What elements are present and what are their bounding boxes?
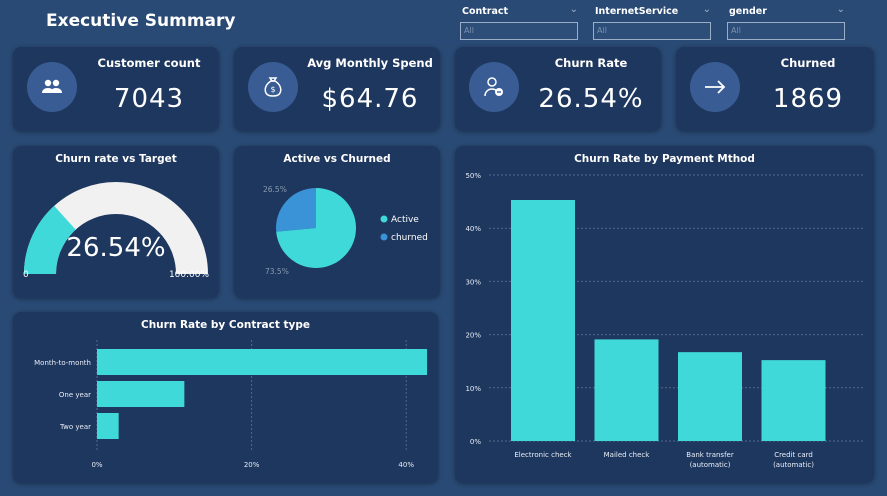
gauge-card: Churn rate vs Target 26.54% 0 100.00% xyxy=(13,146,219,298)
kpi-card-avg-monthly-spend: $ Avg Monthly Spend $64.76 xyxy=(234,47,440,131)
contract-category-label: Month-to-month xyxy=(34,359,91,367)
payment-category-label: Mailed check xyxy=(604,451,651,459)
gauge-min-label: 0 xyxy=(23,270,29,280)
payment-y-tick-label: 30% xyxy=(465,278,481,286)
payment-y-tick-label: 20% xyxy=(465,332,481,340)
kpi-label: Churned xyxy=(780,56,836,70)
internet-service-dropdown-value: All xyxy=(597,26,607,35)
contract-x-tick-label: 0% xyxy=(91,461,102,469)
contract-dropdown-value: All xyxy=(464,26,474,35)
legend-marker-churned xyxy=(380,233,388,241)
pie-card: Active vs Churned 26.5% 73.5% Active chu… xyxy=(234,146,440,298)
chevron-down-icon[interactable]: ⌄ xyxy=(570,4,578,15)
contract-chart-card: Churn Rate by Contract type 0% 20% 40% Mont… xyxy=(13,312,438,483)
contract-x-tick-label: 40% xyxy=(398,461,414,469)
pie-slice-churned[interactable] xyxy=(276,188,316,232)
payment-bar-chart: 0% 10% 20% 30% 40% 50% Electronic check Mailed … xyxy=(465,172,865,469)
legend-marker-active xyxy=(380,215,388,223)
legend-label-active[interactable]: Active xyxy=(391,215,419,225)
contract-x-tick-label: 20% xyxy=(244,461,260,469)
kpi-value: $64.76 xyxy=(321,84,419,114)
payment-bar[interactable] xyxy=(594,339,659,441)
page-title: Executive Summary xyxy=(46,11,236,31)
money-bag-icon: $ xyxy=(248,62,298,112)
payment-category-label: Electronic check xyxy=(514,451,572,459)
gender-dropdown[interactable]: All xyxy=(727,22,845,40)
kpi-value: 26.54% xyxy=(538,84,644,114)
kpi-card-customer-count: Customer count 7043 xyxy=(13,47,219,131)
payment-category-label: Credit card (automatic) xyxy=(773,451,814,469)
kpi-card-churned: Churned 1869 xyxy=(676,47,874,131)
contract-bar[interactable] xyxy=(97,349,428,375)
gauge-max-label: 100.00% xyxy=(169,270,209,280)
people-icon xyxy=(27,62,77,112)
payment-y-tick-label: 10% xyxy=(465,385,481,393)
internet-service-slicer-label: InternetService xyxy=(595,6,679,17)
payment-bar[interactable] xyxy=(511,200,575,441)
user-minus-icon xyxy=(469,62,519,112)
payment-category-label: Bank transfer (automatic) xyxy=(686,451,734,469)
payment-y-tick-label: 40% xyxy=(465,225,481,233)
kpi-card-churn-rate: Churn Rate 26.54% xyxy=(455,47,661,131)
kpi-label: Avg Monthly Spend xyxy=(307,56,433,70)
kpi-label: Customer count xyxy=(97,56,201,70)
pie-slice-label-active: 73.5% xyxy=(265,267,289,276)
gender-slicer-label: gender xyxy=(729,6,767,17)
chevron-down-icon[interactable]: ⌄ xyxy=(703,4,711,15)
payment-bar[interactable] xyxy=(761,360,826,441)
contract-bar[interactable] xyxy=(97,381,185,407)
contract-bar[interactable] xyxy=(97,413,119,439)
contract-dropdown[interactable]: All xyxy=(460,22,578,40)
contract-category-label: Two year xyxy=(59,423,91,431)
legend-label-churned[interactable]: churned xyxy=(391,233,428,243)
kpi-label: Churn Rate xyxy=(554,56,628,70)
arrow-right-icon xyxy=(690,62,740,112)
payment-chart-card: Churn Rate by Payment Mthod 0% 10% 20% 30% 4… xyxy=(455,146,874,483)
gauge-fill xyxy=(24,205,77,275)
payment-y-tick-label: 50% xyxy=(465,172,481,180)
payment-y-tick-label: 0% xyxy=(470,438,481,446)
svg-text:$: $ xyxy=(270,85,275,94)
chevron-down-icon[interactable]: ⌄ xyxy=(837,4,845,15)
pie-chart: 26.5% 73.5% Active churned xyxy=(263,185,428,276)
contract-slicer-label: Contract xyxy=(462,6,509,17)
pie-slice-label-churned: 26.5% xyxy=(263,185,287,194)
kpi-value: 1869 xyxy=(772,84,844,114)
contract-bar-chart: 0% 20% 40% Month-to-month One year Two year xyxy=(34,340,428,469)
gender-dropdown-value: All xyxy=(731,26,741,35)
kpi-value: 7043 xyxy=(113,84,185,114)
internet-service-dropdown[interactable]: All xyxy=(593,22,711,40)
gauge-value: 26.54% xyxy=(66,233,165,263)
contract-category-label: One year xyxy=(59,391,91,399)
payment-bar[interactable] xyxy=(678,352,742,441)
